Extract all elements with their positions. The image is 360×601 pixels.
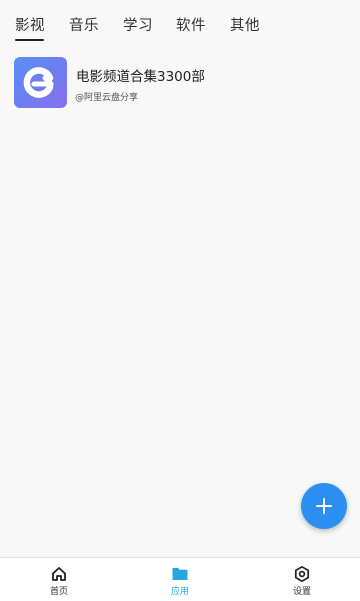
list-item-subtitle: @阿里云盘分享 bbox=[75, 93, 139, 103]
settings-icon bbox=[294, 565, 310, 583]
nav-item-apps[interactable]: 应用 bbox=[150, 558, 210, 601]
list-item-title: 电影频道合集3300部 bbox=[76, 69, 205, 85]
list-item[interactable]: 电影频道合集3300部 @阿里云盘分享 bbox=[0, 56, 360, 110]
nav-label-home: 首页 bbox=[49, 587, 68, 597]
tab-music[interactable]: 音乐 bbox=[69, 14, 99, 35]
tab-software[interactable]: 软件 bbox=[176, 14, 206, 35]
aliyun-drive-logo-icon bbox=[14, 57, 67, 108]
tab-other[interactable]: 其他 bbox=[230, 14, 260, 35]
nav-label-settings: 设置 bbox=[292, 587, 311, 597]
nav-item-settings[interactable]: 设置 bbox=[272, 558, 332, 601]
plus-icon bbox=[316, 498, 332, 514]
folder-icon bbox=[172, 568, 188, 580]
resource-list: 电影频道合集3300部 @阿里云盘分享 bbox=[0, 56, 360, 110]
category-tab-bar: 影视 音乐 学习 软件 其他 bbox=[0, 0, 360, 46]
active-tab-indicator bbox=[15, 39, 44, 41]
nav-item-home[interactable]: 首页 bbox=[29, 558, 89, 601]
nav-label-apps: 应用 bbox=[170, 587, 189, 597]
bottom-navigation: 首页 应用 设置 bbox=[0, 557, 360, 601]
home-icon bbox=[52, 567, 66, 581]
tab-video[interactable]: 影视 bbox=[15, 14, 45, 35]
tab-study[interactable]: 学习 bbox=[123, 14, 153, 35]
add-button[interactable] bbox=[301, 483, 347, 529]
